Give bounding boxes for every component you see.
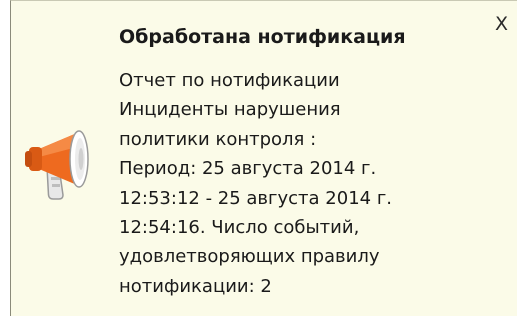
message-line: 12:54:16. Число событий, <box>119 216 360 238</box>
notification-title: Обработана нотификация <box>119 26 406 48</box>
message-line: политики контроля : <box>119 128 317 150</box>
notification-message: Отчет по нотификации Инциденты нарушения п… <box>119 66 392 301</box>
megaphone-icon <box>25 130 89 200</box>
message-line: Период: 25 августа 2014 г. <box>119 158 377 180</box>
message-line: Инциденты нарушения <box>119 99 341 121</box>
message-line: нотификации: 2 <box>119 275 272 297</box>
message-line: удовлетворяющих правилу <box>119 246 380 268</box>
message-line: Отчет по нотификации <box>119 70 340 91</box>
close-button[interactable]: X <box>495 15 508 34</box>
notification-popup: X Обработана нотификация Отчет по нотифи… <box>10 0 517 316</box>
message-line: 12:53:12 - 25 августа 2014 г. <box>119 187 392 209</box>
